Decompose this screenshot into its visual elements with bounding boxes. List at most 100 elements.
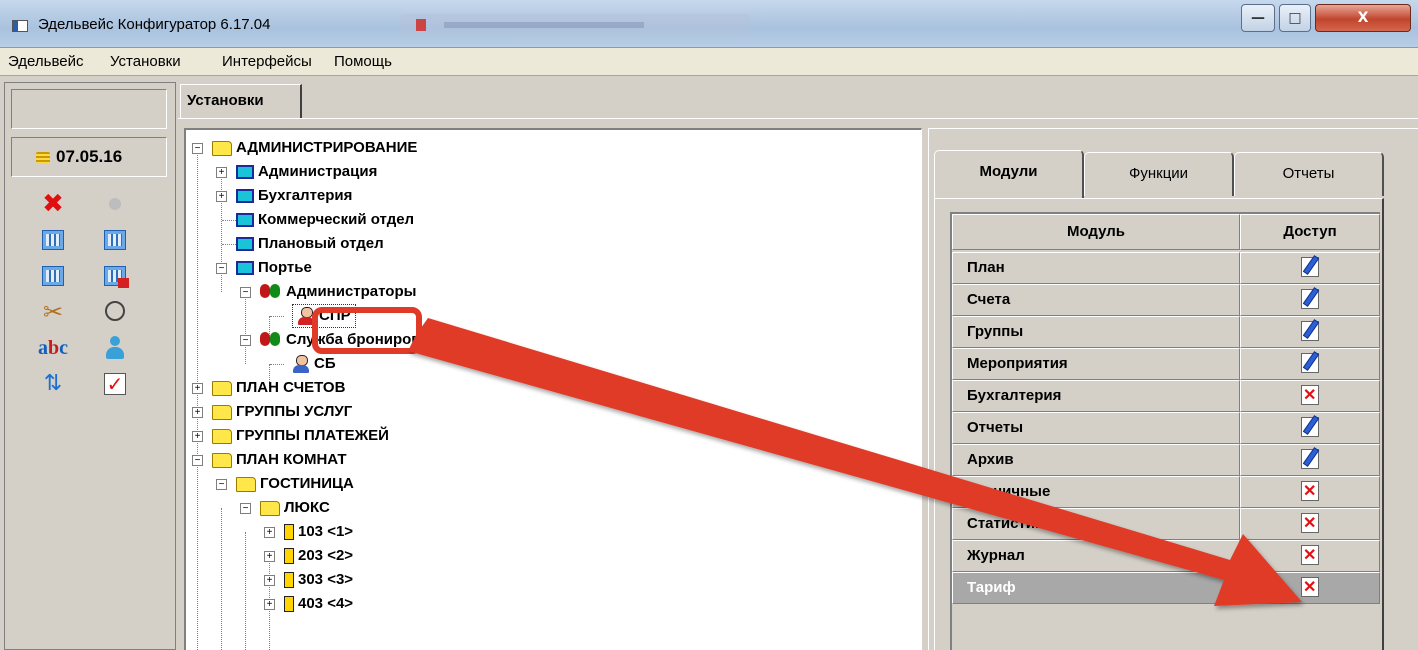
- collapse-icon[interactable]: −: [216, 479, 227, 490]
- collapse-icon[interactable]: −: [216, 263, 227, 274]
- expand-icon[interactable]: +: [264, 527, 275, 538]
- collapse-icon[interactable]: −: [192, 455, 203, 466]
- table-row[interactable]: План: [952, 252, 1380, 284]
- minimize-button[interactable]: —: [1241, 4, 1275, 32]
- edit-icon[interactable]: [1301, 320, 1319, 341]
- deny-icon[interactable]: [1301, 576, 1319, 597]
- menu-help[interactable]: Помощь: [334, 53, 392, 70]
- tab-settings[interactable]: Установки: [180, 84, 302, 118]
- grid-delete-icon[interactable]: [99, 263, 131, 289]
- user-money-icon[interactable]: [99, 335, 131, 361]
- table-row[interactable]: Бухгалтерия: [952, 380, 1380, 412]
- expand-icon[interactable]: +: [216, 167, 227, 178]
- edit-icon[interactable]: [1301, 256, 1319, 277]
- expand-icon[interactable]: +: [192, 407, 203, 418]
- tab-functions[interactable]: Функции: [1084, 152, 1234, 196]
- table-row[interactable]: Мероприятия: [952, 348, 1380, 380]
- tree-node-label: ПЛАН КОМНАТ: [236, 451, 347, 468]
- tree-node[interactable]: + ПЛАН СЧЕТОВ: [188, 376, 345, 400]
- edit-icon[interactable]: [1301, 288, 1319, 309]
- access-cell[interactable]: [1240, 348, 1380, 380]
- collapse-icon[interactable]: −: [240, 503, 251, 514]
- tab-reports[interactable]: Отчеты: [1234, 152, 1384, 196]
- tree-node[interactable]: + ГРУППЫ ПЛАТЕЖЕЙ: [188, 424, 389, 448]
- folder-icon: [260, 500, 280, 516]
- menu-settings[interactable]: Установки: [110, 53, 181, 70]
- access-cell[interactable]: [1240, 380, 1380, 412]
- deny-icon[interactable]: [1301, 480, 1319, 501]
- checklist-icon[interactable]: ✓: [99, 371, 131, 397]
- tree-node[interactable]: СБ: [188, 352, 336, 376]
- table-row-selected[interactable]: Тариф: [952, 572, 1380, 604]
- monitor-icon: [236, 165, 254, 180]
- table-row[interactable]: Отчеты: [952, 412, 1380, 444]
- collapse-icon[interactable]: −: [240, 335, 251, 346]
- expand-icon[interactable]: +: [192, 431, 203, 442]
- maximize-button[interactable]: □: [1279, 4, 1311, 32]
- tree-node[interactable]: − Администраторы: [188, 280, 416, 304]
- monitor-icon: [236, 213, 254, 228]
- close-button[interactable]: X: [1315, 4, 1411, 32]
- settings-tree[interactable]: − АДМИНИСТРИРОВАНИЕ + Администрация + Бу…: [184, 128, 922, 650]
- expand-icon[interactable]: +: [216, 191, 227, 202]
- table-row[interactable]: Журнал: [952, 540, 1380, 572]
- tree-node[interactable]: + 303 <3>: [188, 568, 353, 592]
- tree-node[interactable]: + ГРУППЫ УСЛУГ: [188, 400, 352, 424]
- access-cell[interactable]: [1240, 316, 1380, 348]
- access-cell[interactable]: [1240, 540, 1380, 572]
- menu-interfaces[interactable]: Интерфейсы: [222, 53, 312, 70]
- spellcheck-icon[interactable]: abc: [37, 335, 69, 361]
- close-icon[interactable]: ✖: [37, 191, 69, 217]
- collapse-icon[interactable]: −: [192, 143, 203, 154]
- tree-node[interactable]: Плановый отдел: [188, 232, 384, 256]
- tree-node[interactable]: + Бухгалтерия: [188, 184, 352, 208]
- tree-node[interactable]: Коммерческий отдел: [188, 208, 414, 232]
- grid-icon[interactable]: [37, 263, 69, 289]
- status-dot-icon[interactable]: [99, 191, 131, 217]
- tree-node[interactable]: − Портье: [188, 256, 312, 280]
- table-row[interactable]: Группы: [952, 316, 1380, 348]
- tools-icon[interactable]: ✂: [37, 299, 69, 325]
- deny-icon[interactable]: [1301, 512, 1319, 533]
- edit-icon[interactable]: [1301, 352, 1319, 373]
- app-icon: [12, 20, 28, 32]
- edit-icon[interactable]: [1301, 448, 1319, 469]
- monitor-icon: [236, 261, 254, 276]
- access-cell[interactable]: [1240, 284, 1380, 316]
- edit-icon[interactable]: [1301, 416, 1319, 437]
- deny-icon[interactable]: [1301, 384, 1319, 405]
- access-cell[interactable]: [1240, 508, 1380, 540]
- access-cell[interactable]: [1240, 252, 1380, 284]
- tree-node[interactable]: − ПЛАН КОМНАТ: [188, 448, 347, 472]
- grid-icon[interactable]: [37, 227, 69, 253]
- sync-icon[interactable]: ⇅: [37, 371, 69, 397]
- grid-add-icon[interactable]: [99, 227, 131, 253]
- access-cell[interactable]: [1240, 476, 1380, 508]
- expand-icon[interactable]: +: [264, 575, 275, 586]
- column-header-access[interactable]: Доступ: [1240, 214, 1380, 250]
- access-cell[interactable]: [1240, 412, 1380, 444]
- tree-node[interactable]: − ЛЮКС: [188, 496, 330, 520]
- clock-icon[interactable]: [99, 299, 131, 325]
- access-cell[interactable]: [1240, 444, 1380, 476]
- tree-node[interactable]: − АДМИНИСТРИРОВАНИЕ: [188, 136, 417, 160]
- table-row[interactable]: Архив: [952, 444, 1380, 476]
- expand-icon[interactable]: +: [264, 551, 275, 562]
- table-row[interactable]: Горничные: [952, 476, 1380, 508]
- column-header-module[interactable]: Модуль: [952, 214, 1240, 250]
- expand-icon[interactable]: +: [192, 383, 203, 394]
- tree-node[interactable]: + Администрация: [188, 160, 377, 184]
- menu-edelweiss[interactable]: Эдельвейс: [8, 53, 83, 70]
- tree-node[interactable]: + 103 <1>: [188, 520, 353, 544]
- collapse-icon[interactable]: −: [240, 287, 251, 298]
- tree-node-label: 103 <1>: [298, 523, 354, 540]
- tree-node[interactable]: − ГОСТИНИЦА: [188, 472, 354, 496]
- tab-modules[interactable]: Модули: [934, 150, 1084, 198]
- tree-node[interactable]: + 403 <4>: [188, 592, 353, 616]
- table-row[interactable]: Статистика: [952, 508, 1380, 540]
- table-row[interactable]: Счета: [952, 284, 1380, 316]
- access-cell[interactable]: [1240, 572, 1380, 604]
- expand-icon[interactable]: +: [264, 599, 275, 610]
- deny-icon[interactable]: [1301, 544, 1319, 565]
- tree-node[interactable]: + 203 <2>: [188, 544, 353, 568]
